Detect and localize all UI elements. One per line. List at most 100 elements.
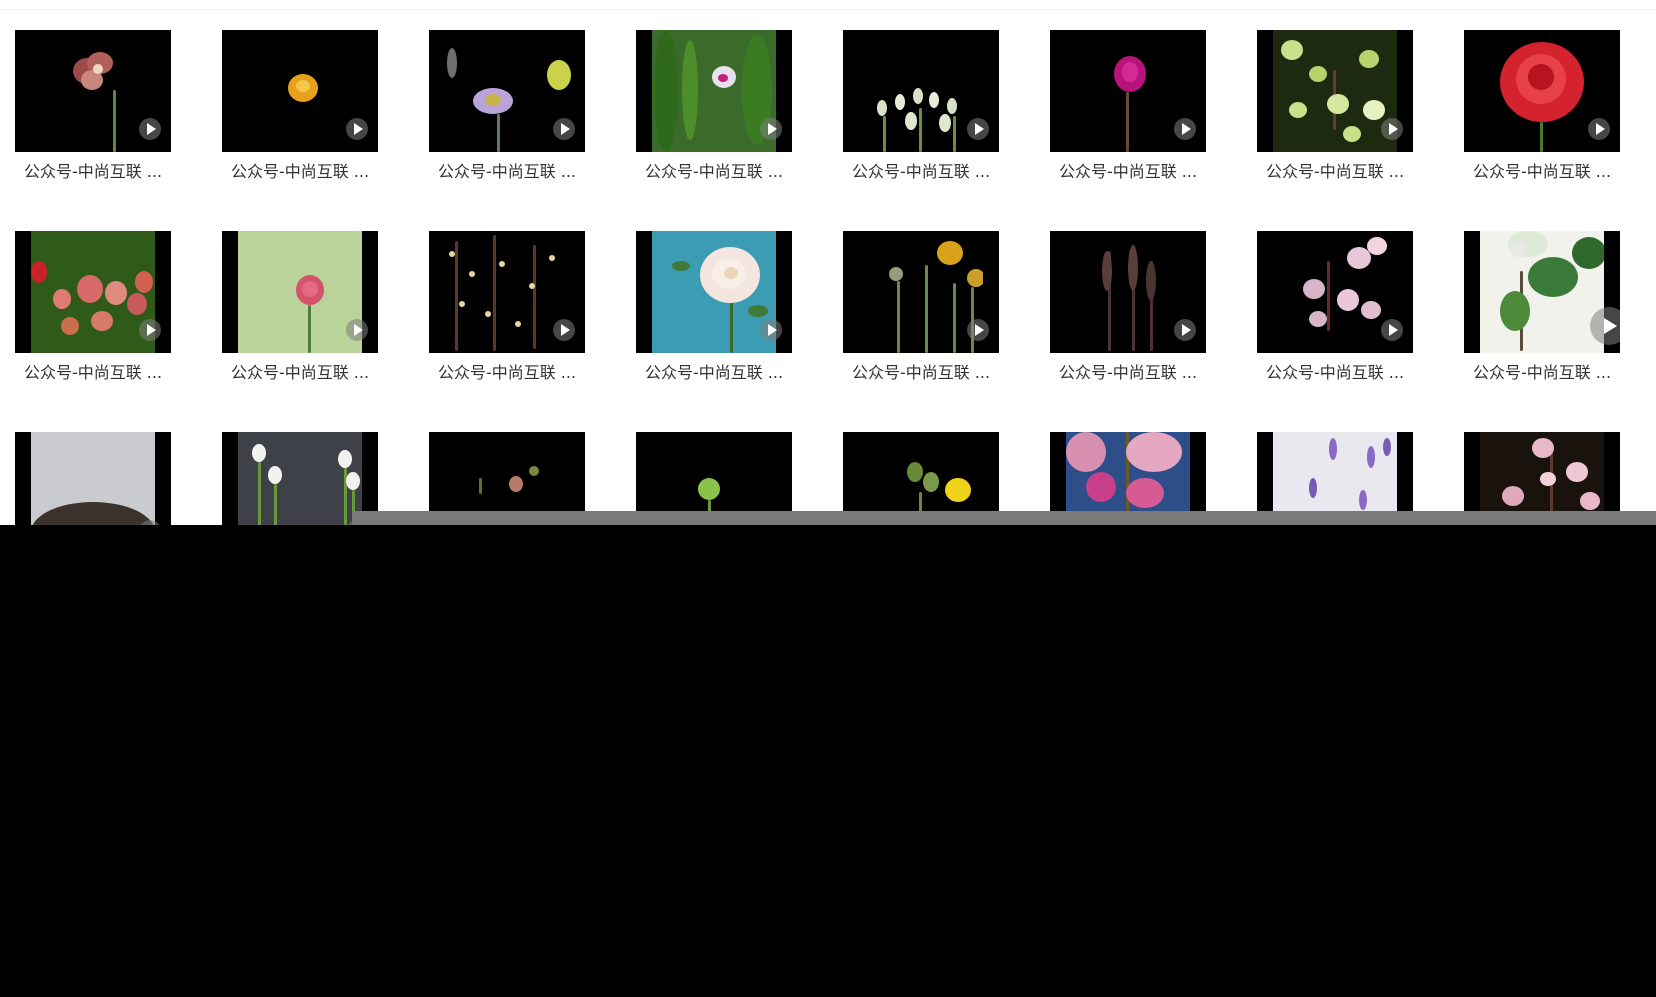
- video-tile[interactable]: 公众号-中尚互联 ...: [1257, 30, 1413, 220]
- video-title[interactable]: 公众号-中尚互联 ...: [1464, 361, 1620, 385]
- petal-shape: [877, 100, 887, 116]
- horizontal-scrollbar[interactable]: [352, 511, 1656, 525]
- video-thumbnail[interactable]: [429, 30, 585, 152]
- video-title[interactable]: 公众号-中尚互联 ...: [1257, 160, 1413, 184]
- white-peony-thumbnail: [652, 231, 776, 353]
- video-title[interactable]: 公众号-中尚互联 ...: [15, 160, 171, 184]
- video-title[interactable]: 公众号-中尚互联 ...: [636, 361, 792, 385]
- play-icon[interactable]: [760, 319, 782, 341]
- video-thumbnail[interactable]: [843, 30, 999, 152]
- stem-shape: [1540, 122, 1543, 152]
- video-tile[interactable]: [15, 432, 171, 525]
- play-icon[interactable]: [553, 118, 575, 140]
- petal-shape: [53, 289, 71, 309]
- petal-shape: [923, 472, 939, 492]
- stem-shape: [953, 116, 956, 152]
- video-title[interactable]: 公众号-中尚互联 ...: [1257, 361, 1413, 385]
- petal-shape: [1566, 462, 1588, 482]
- video-thumbnail[interactable]: [1464, 231, 1620, 353]
- petal-shape: [905, 112, 917, 130]
- petal-shape: [724, 267, 738, 279]
- video-tile[interactable]: 公众号-中尚互联 ...: [843, 231, 999, 421]
- video-title[interactable]: 公众号-中尚互联 ...: [1464, 160, 1620, 184]
- tulip-buds-thumbnail: [31, 231, 155, 353]
- video-thumbnail[interactable]: [1050, 30, 1206, 152]
- video-title[interactable]: 公众号-中尚互联 ...: [843, 361, 999, 385]
- video-tile[interactable]: 公众号-中尚互联 ...: [1257, 231, 1413, 421]
- play-icon[interactable]: [1590, 307, 1620, 345]
- petal-shape: [1532, 438, 1554, 458]
- stem-shape: [113, 90, 116, 152]
- video-thumbnail[interactable]: [429, 231, 585, 353]
- petal-shape: [929, 92, 939, 108]
- petal-shape: [698, 478, 720, 500]
- petal-shape: [1102, 251, 1112, 291]
- video-thumbnail[interactable]: [1257, 30, 1413, 152]
- petal-shape: [1343, 126, 1361, 142]
- video-title[interactable]: 公众号-中尚互联 ...: [222, 160, 378, 184]
- video-thumbnail[interactable]: [15, 231, 171, 353]
- petal-shape: [1367, 446, 1375, 468]
- video-thumbnail[interactable]: [222, 231, 378, 353]
- play-icon[interactable]: [1588, 118, 1610, 140]
- video-tile[interactable]: 公众号-中尚互联 ...: [1464, 30, 1620, 220]
- petal-shape: [967, 269, 983, 287]
- play-icon[interactable]: [967, 118, 989, 140]
- video-thumbnail[interactable]: [636, 231, 792, 353]
- video-title[interactable]: 公众号-中尚互联 ...: [1050, 160, 1206, 184]
- video-thumbnail[interactable]: [15, 30, 171, 152]
- play-icon[interactable]: [1174, 118, 1196, 140]
- petal-shape: [1122, 62, 1138, 82]
- petal-shape: [907, 462, 923, 482]
- play-icon[interactable]: [139, 118, 161, 140]
- video-tile[interactable]: 公众号-中尚互联 ...: [15, 231, 171, 421]
- video-title[interactable]: 公众号-中尚互联 ...: [1050, 361, 1206, 385]
- video-thumbnail[interactable]: [222, 30, 378, 152]
- petal-shape: [529, 466, 539, 476]
- petal-shape: [127, 293, 147, 315]
- stem-shape: [1126, 92, 1129, 152]
- stem-shape: [274, 484, 277, 525]
- petal-shape: [682, 40, 698, 140]
- video-thumbnail[interactable]: [15, 432, 171, 525]
- video-thumbnail[interactable]: [1464, 30, 1620, 152]
- video-tile[interactable]: 公众号-中尚互联 ...: [636, 231, 792, 421]
- play-icon[interactable]: [346, 319, 368, 341]
- petal-shape: [135, 271, 153, 293]
- video-title[interactable]: 公众号-中尚互联 ...: [429, 361, 585, 385]
- petal-shape: [1367, 237, 1387, 255]
- video-thumbnail[interactable]: [1257, 231, 1413, 353]
- video-tile[interactable]: 公众号-中尚互联 ...: [222, 30, 378, 220]
- play-icon[interactable]: [1381, 118, 1403, 140]
- petal-shape: [1337, 289, 1359, 311]
- play-icon[interactable]: [1381, 319, 1403, 341]
- soil-thumbnail: [31, 432, 155, 525]
- video-tile[interactable]: 公众号-中尚互联 ...: [1050, 30, 1206, 220]
- play-icon[interactable]: [967, 319, 989, 341]
- video-tile[interactable]: 公众号-中尚互联 ...: [429, 231, 585, 421]
- play-icon[interactable]: [346, 118, 368, 140]
- white-blossom-thumbnail: [1480, 231, 1604, 353]
- play-icon[interactable]: [553, 319, 575, 341]
- play-icon[interactable]: [760, 118, 782, 140]
- play-icon[interactable]: [1174, 319, 1196, 341]
- video-tile[interactable]: 公众号-中尚互联 ...: [636, 30, 792, 220]
- video-thumbnail[interactable]: [636, 30, 792, 152]
- video-title[interactable]: 公众号-中尚互联 ...: [15, 361, 171, 385]
- video-thumbnail[interactable]: [1050, 231, 1206, 353]
- video-tile[interactable]: 公众号-中尚互联 ...: [1050, 231, 1206, 421]
- snowdrop-stems-thumbnail: [238, 432, 362, 525]
- video-tile[interactable]: 公众号-中尚互联 ...: [15, 30, 171, 220]
- video-thumbnail[interactable]: [843, 231, 999, 353]
- video-title[interactable]: 公众号-中尚互联 ...: [636, 160, 792, 184]
- stem-shape: [919, 108, 922, 152]
- video-title[interactable]: 公众号-中尚互联 ...: [429, 160, 585, 184]
- video-tile[interactable]: 公众号-中尚互联 ...: [1464, 231, 1620, 421]
- video-title[interactable]: 公众号-中尚互联 ...: [222, 361, 378, 385]
- petal-shape: [1502, 486, 1524, 506]
- video-title[interactable]: 公众号-中尚互联 ...: [843, 160, 999, 184]
- video-tile[interactable]: 公众号-中尚互联 ...: [843, 30, 999, 220]
- video-tile[interactable]: 公众号-中尚互联 ...: [222, 231, 378, 421]
- play-icon[interactable]: [139, 319, 161, 341]
- video-tile[interactable]: 公众号-中尚互联 ...: [429, 30, 585, 220]
